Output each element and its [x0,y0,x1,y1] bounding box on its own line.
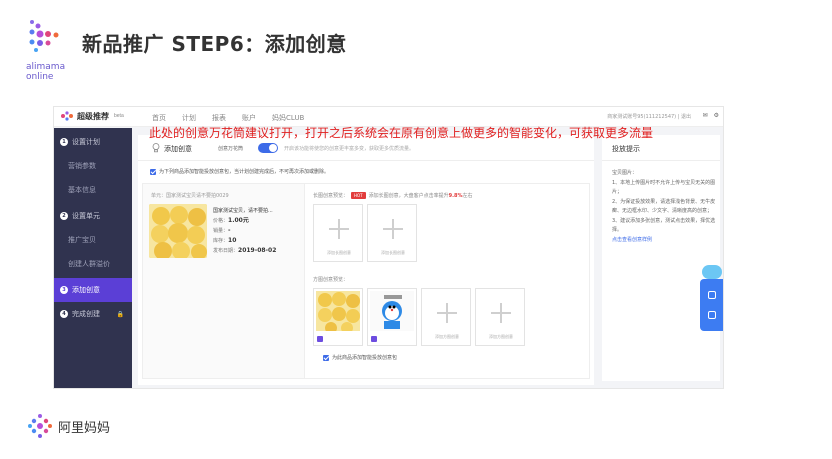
sidebar-item-set-plan[interactable]: 1 设置计划 [54,130,132,154]
brand-line2: online [26,72,54,82]
product-panel: 单元：国家测试宝贝请不要拍0029 国家测试宝贝，请不要拍... 价格：1.00… [143,184,305,378]
plus-icon [329,219,349,239]
product-image [149,204,207,258]
lock-icon: 🔒 [116,310,124,318]
alimama-online-logo: alimama online [22,16,72,86]
checkbox-icon[interactable] [323,354,329,361]
tips-body: 宝贝图片： 1、本地上传图片时不允许上传与宝贝无关的图片； 2、为保证投放效果，… [612,169,716,245]
annotation-text: 此处的创意万花筒建议打开，打开之后系统会在原有创意上做更多的智能变化，可获取更多… [149,126,654,140]
nav-plan[interactable]: 计划 [182,113,196,123]
super-recommend-logo-icon [61,111,73,121]
nav-club[interactable]: 妈妈CLUB [272,113,304,123]
creative-pane: 长图创意预览： HOT 添加长图创意，大盘客户点击率提升9.8%左右 添加长图创意 … [313,184,591,378]
creative-sample-link[interactable]: 点击查看创意样例 [612,236,716,246]
card-heading: 添加创意 [164,145,192,153]
kaleidoscope-desc: 开启该功能将使您的创意更丰富多变，获取更多优质流量。 [284,146,415,152]
app-logo[interactable]: 超级推荐 beta [60,110,124,122]
long-image-label: 长图创意预览： HOT 添加长图创意，大盘客户点击率提升9.8%左右 [313,192,473,199]
add-square-creative-slot-1[interactable]: 添加方图创意 [421,288,471,346]
app-screenshot: 超级推荐 beta 首页 计划 报表 账户 妈妈CLUB 商家测试账号95(11… [53,106,724,389]
slide: alimama online 新品推广 STEP6：添加创意 超级推荐 beta… [0,0,832,459]
top-nav: 首页 计划 报表 账户 妈妈CLUB [152,113,304,123]
square-creative-cookies[interactable] [313,288,363,346]
kaleidoscope-label: 创意万花筒 [218,146,244,152]
square-creative-doraemon[interactable] [367,288,417,346]
plus-icon [383,219,403,239]
tips-title: 投放提示 [612,145,640,153]
sidebar-item-basic-info[interactable]: 基本信息 [54,178,132,202]
product-info: 国家测试宝贝，请不要拍... 价格：1.00元 销量：- 库存：10 发布日期：… [213,206,277,254]
add-smart-pack-item[interactable]: 为此商品添加智能投放创意包 [323,354,397,361]
nav-home[interactable]: 首页 [152,113,166,123]
divider [602,160,720,161]
product-creative-row: 单元：国家测试宝贝请不要拍0029 国家测试宝贝，请不要拍... 价格：1.00… [142,183,590,379]
creative-card: 添加创意 创意万花筒 开启该功能将使您的创意更丰富多变，获取更多优质流量。 为下… [138,135,594,385]
edit-icon[interactable] [317,336,323,342]
square-image-label: 方图创意预览： [313,277,349,283]
plus-icon [491,303,511,323]
kaleidoscope-toggle[interactable] [258,143,278,153]
user-info[interactable]: 商家测试账号95(111212547) | 退出 [607,113,691,120]
add-long-creative-slot-2[interactable]: 添加长图创意 [367,204,417,262]
plus-icon [437,303,457,323]
app-title: 超级推荐 [77,111,109,121]
nav-account[interactable]: 账户 [242,113,256,123]
sidebar-item-set-unit[interactable]: 2 设置单元 [54,204,132,228]
floating-toolbar [700,279,723,331]
tips-panel: 投放提示 宝贝图片： 1、本地上传图片时不允许上传与宝贝无关的图片； 2、为保证… [602,135,720,381]
sidebar-item-promote-product[interactable]: 推广宝贝 [54,228,132,252]
sidebar-item-add-creative[interactable]: 3 添加创意 [54,278,132,302]
sidebar-item-marketing-params[interactable]: 营销参数 [54,154,132,178]
add-square-creative-slot-2[interactable]: 添加方图创意 [475,288,525,346]
checkbox-icon[interactable] [150,168,156,175]
edit-icon[interactable] [371,336,377,342]
add-long-creative-slot-1[interactable]: 添加长图创意 [313,204,363,262]
slide-title: 新品推广 STEP6：添加创意 [82,32,347,56]
alimama-footer-logo-icon [28,414,52,438]
sidebar-item-crowd-premium[interactable]: 创建人群溢价 [54,252,132,276]
product-stock: 10 [228,237,237,244]
product-sales: - [228,227,231,234]
alimama-logo-icon [29,20,59,52]
cookies-picture [149,204,207,258]
sidebar: 1 设置计划 营销参数 基本信息 2 设置单元 推广宝贝 创建人群溢价 3 添加创意 … [54,128,132,388]
footer-brand: 阿里妈妈 [58,420,111,436]
ctr-boost-value: 9.8% [448,193,463,199]
unit-name: 单元：国家测试宝贝请不要拍0029 [151,193,229,199]
hot-badge: HOT [351,192,366,199]
bell-icon[interactable] [708,291,716,299]
feedback-icon[interactable] [708,311,716,319]
add-smart-pack-all[interactable]: 为下列商品添加智能投放创意包，当计划创建完成后，不可再次添加或删除。 [150,168,329,175]
product-price: 1.00元 [228,217,249,224]
assistant-bubble-icon[interactable] [702,265,722,279]
brand-line1: alimama [26,62,66,72]
mail-icon[interactable]: ✉ [703,112,708,119]
doraemon-thumbnail [370,291,414,331]
nav-report[interactable]: 报表 [212,113,226,123]
settings-icon[interactable]: ⚙ [714,112,719,119]
cookies-thumbnail [316,291,360,331]
product-name[interactable]: 国家测试宝贝，请不要拍... [213,206,276,216]
footer-logo: 阿里妈妈 [26,412,110,440]
product-date: 2019-08-02 [238,247,277,254]
lightbulb-icon [152,143,160,153]
beta-badge: beta [114,113,124,119]
sidebar-item-finish[interactable]: 4 完成创建 🔒 [54,302,132,326]
